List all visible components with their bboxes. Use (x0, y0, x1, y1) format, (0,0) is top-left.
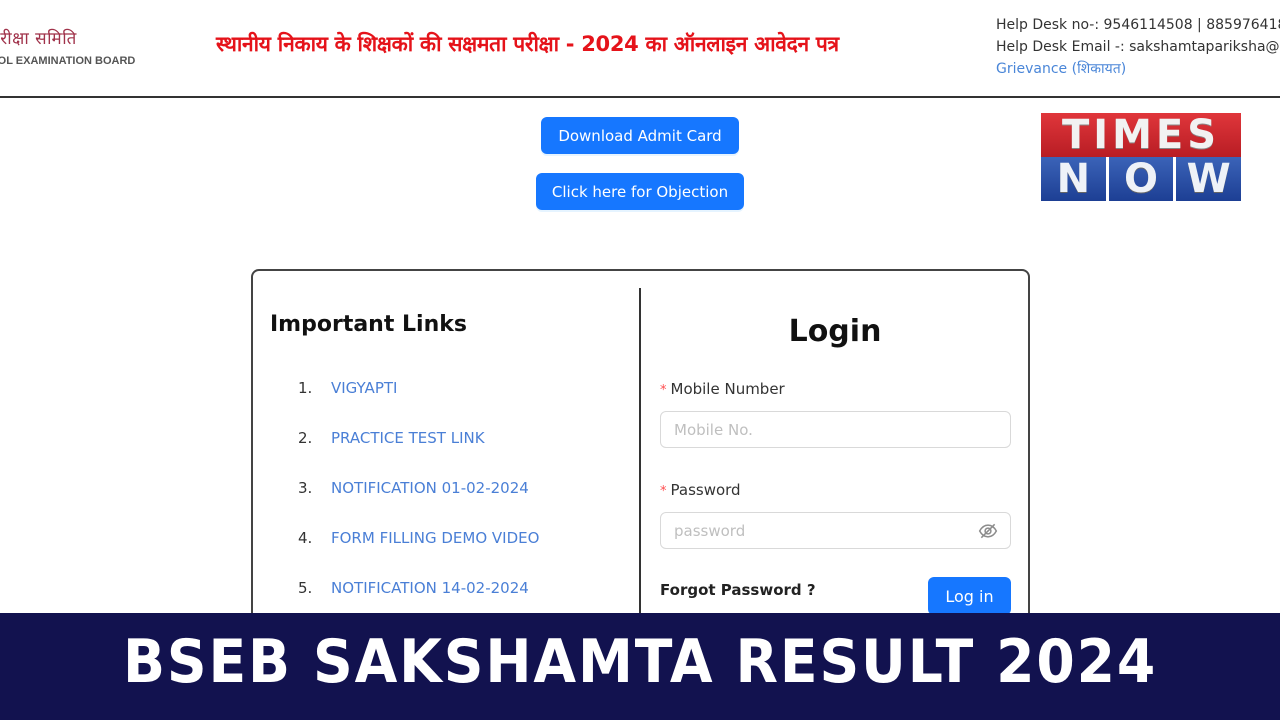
link-item-practice-test[interactable]: 2. PRACTICE TEST LINK (298, 427, 485, 449)
link-item-notification-14-02[interactable]: 5. NOTIFICATION 14-02-2024 (298, 577, 529, 599)
required-mark: * (660, 484, 667, 499)
link-label[interactable]: NOTIFICATION 14-02-2024 (331, 579, 529, 597)
times-now-letter: W (1176, 156, 1242, 202)
required-mark: * (660, 383, 667, 398)
times-now-letter: O (1108, 156, 1174, 202)
link-label[interactable]: NOTIFICATION 01-02-2024 (331, 479, 529, 497)
logo-hindi-text: बिहार विद्यालय परीक्षा समिति (0, 29, 77, 49)
helpdesk-info: Help Desk no-: 9546114508 | 8859764184 H… (996, 14, 1280, 80)
page-title: स्थानीय निकाय के शिक्षकों की सक्षमता परी… (216, 32, 839, 56)
grievance-link[interactable]: Grievance (शिकायत) (996, 58, 1280, 80)
link-item-notification-01-02[interactable]: 3. NOTIFICATION 01-02-2024 (298, 477, 529, 499)
mobile-number-label: * Mobile Number (660, 380, 785, 398)
board-logo[interactable]: बिहार विद्यालय परीक्षा समिति BIHAR SCHOO… (0, 26, 135, 67)
headline-banner: BSEB SAKSHAMTA RESULT 2024 (0, 613, 1280, 720)
password-label-text: Password (670, 481, 741, 499)
link-number: 4. (298, 529, 313, 547)
link-item-vigyapti[interactable]: 1. VIGYAPTI (298, 377, 397, 399)
password-input[interactable] (660, 512, 1011, 549)
logo-english-text: BIHAR SCHOOL EXAMINATION BOARD (0, 55, 136, 67)
headline-text: BSEB SAKSHAMTA RESULT 2024 (122, 627, 1158, 697)
site-header: बिहार विद्यालय परीक्षा समिति BIHAR SCHOO… (0, 0, 1280, 98)
link-number: 2. (298, 429, 313, 447)
important-links-title: Important Links (270, 312, 467, 337)
forgot-password-link[interactable]: Forgot Password ? (660, 581, 816, 599)
helpdesk-phone: Help Desk no-: 9546114508 | 8859764184 (996, 17, 1280, 33)
link-number: 5. (298, 579, 313, 597)
times-now-letter: N (1041, 156, 1106, 202)
mobile-number-input[interactable] (660, 411, 1011, 448)
header-divider (0, 96, 1280, 98)
link-label[interactable]: FORM FILLING DEMO VIDEO (331, 529, 539, 547)
link-number: 1. (298, 379, 313, 397)
login-button[interactable]: Log in (928, 577, 1011, 615)
login-title: Login (788, 314, 882, 349)
times-now-logo-top: TIMES (1041, 112, 1241, 158)
eye-invisible-icon[interactable] (978, 521, 998, 541)
times-now-logo: TIMES N O W (1041, 112, 1242, 202)
objection-button[interactable]: Click here for Objection (536, 173, 744, 210)
password-label: * Password (660, 481, 741, 499)
link-number: 3. (298, 479, 313, 497)
link-label[interactable]: PRACTICE TEST LINK (331, 429, 485, 447)
mobile-number-label-text: Mobile Number (670, 380, 785, 398)
link-item-demo-video[interactable]: 4. FORM FILLING DEMO VIDEO (298, 527, 539, 549)
download-admit-card-button[interactable]: Download Admit Card (541, 117, 739, 154)
helpdesk-email: Help Desk Email -: sakshamtapariksha@gma… (996, 39, 1280, 55)
times-now-logo-bottom: N O W (1041, 156, 1242, 202)
link-label[interactable]: VIGYAPTI (331, 379, 397, 397)
